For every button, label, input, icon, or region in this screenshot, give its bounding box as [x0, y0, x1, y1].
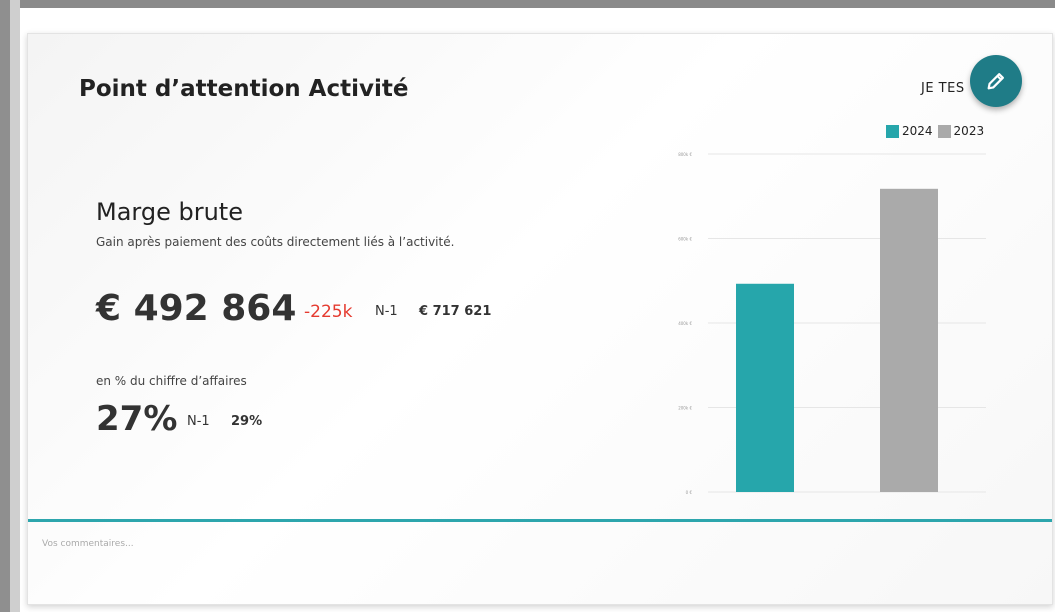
- window-frame-top: [0, 0, 1055, 8]
- legend-label-2024: 2024: [902, 124, 933, 138]
- y-tick-label-2: 400k €: [678, 321, 692, 326]
- y-tick-label-3: 600k €: [678, 237, 692, 242]
- y-tick-label-1: 200k €: [678, 406, 692, 411]
- edit-button[interactable]: [970, 55, 1022, 107]
- metric-delta: -225k: [304, 302, 353, 322]
- bar-chart: 0 € 200k € 400k € 600k € 800k €: [678, 152, 986, 495]
- metric-name: Marge brute: [96, 198, 243, 226]
- card-tag-label: JE TES: [921, 81, 965, 96]
- percent-previous-year-value: 29%: [231, 414, 263, 429]
- activity-card: Point d’attention Activité JE TES 2024 2…: [27, 33, 1053, 605]
- percent-previous-year-label: N-1: [187, 414, 210, 429]
- legend-swatch-2023: [937, 124, 951, 138]
- legend-swatch-2024: [886, 124, 899, 138]
- chart-legend: 2024 2023: [886, 124, 989, 138]
- percent-label: en % du chiffre d’affaires: [96, 374, 247, 388]
- legend-item-2023[interactable]: 2023: [937, 124, 985, 138]
- comments-input[interactable]: [42, 539, 1022, 579]
- bar-2024[interactable]: [736, 283, 794, 492]
- y-tick-label-4: 800k €: [678, 152, 692, 157]
- card-title: Point d’attention Activité: [79, 76, 409, 102]
- percent-value: 27%: [96, 399, 178, 439]
- metric-value: € 492 864: [96, 288, 297, 329]
- previous-year-value: € 717 621: [419, 304, 492, 319]
- metric-description: Gain après paiement des coûts directemen…: [96, 235, 455, 249]
- legend-item-2024[interactable]: 2024: [886, 124, 933, 138]
- pencil-icon: [987, 73, 1004, 90]
- legend-label-2023: 2023: [953, 124, 985, 138]
- section-divider: [28, 519, 1052, 522]
- y-tick-label-0: 0 €: [686, 490, 693, 495]
- bar-2023[interactable]: [880, 188, 938, 493]
- previous-year-label: N-1: [375, 304, 398, 319]
- window-frame-left-inner: [10, 0, 20, 612]
